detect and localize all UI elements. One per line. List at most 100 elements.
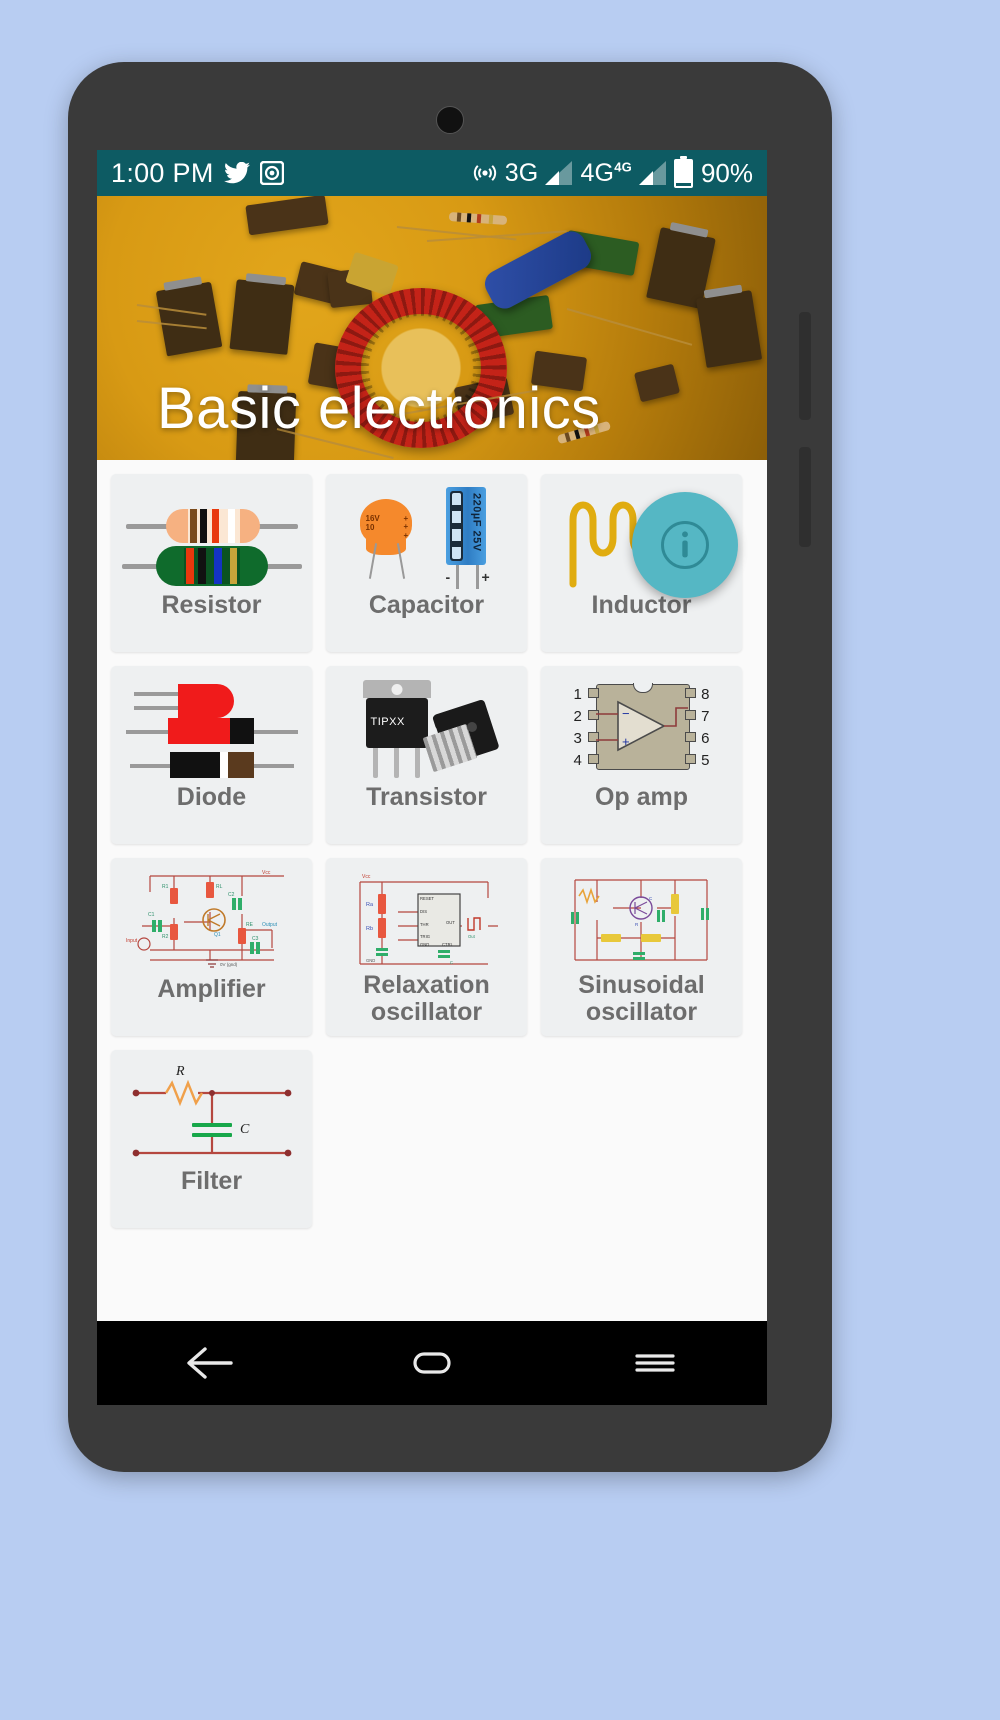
ceramic-cap-rating: 16V 10 xyxy=(365,514,380,532)
navigation-bar xyxy=(97,1321,767,1405)
grid-card-amplifier[interactable]: Vcc 0V (gnd) Input Output R1 RL C1 C2 R2… xyxy=(111,858,312,1036)
card-label: Resistor xyxy=(161,591,262,619)
svg-text:C: C xyxy=(450,960,453,965)
electrolytic-cap-rating: 220µF 25V xyxy=(470,493,483,552)
grid-card-filter[interactable]: R C Filter xyxy=(111,1050,312,1228)
grid-card-relaxation-oscillator[interactable]: Vcc Ra Rb RESET DIS THR TRIG GND CTRL OU… xyxy=(326,858,527,1036)
info-fab-button[interactable] xyxy=(632,492,738,598)
resistor-art xyxy=(111,480,312,592)
svg-text:C1: C1 xyxy=(148,912,155,918)
sinusoidal-oscillator-art: C R xyxy=(541,864,742,976)
filter-r-label: R xyxy=(175,1064,185,1079)
power-button[interactable] xyxy=(799,312,811,420)
card-label: Filter xyxy=(180,1167,243,1195)
home-button[interactable] xyxy=(372,1333,492,1393)
svg-text:Out: Out xyxy=(468,934,476,939)
svg-text:TRIG: TRIG xyxy=(420,934,430,939)
cap-plus-label: + xyxy=(481,569,490,585)
opamp-pin-6: 6 xyxy=(701,730,710,747)
opamp-pin-2: 2 xyxy=(573,708,582,725)
status-bar-left: 1:00 PM xyxy=(111,158,284,189)
svg-text:Ra: Ra xyxy=(366,902,374,908)
svg-text:−: − xyxy=(622,706,630,721)
svg-text:C2: C2 xyxy=(228,892,235,898)
svg-text:Vcc: Vcc xyxy=(262,870,271,876)
opamp-pin-4: 4 xyxy=(573,752,582,769)
back-button[interactable] xyxy=(149,1333,269,1393)
card-label: Sinusoidal oscillator xyxy=(578,971,705,1026)
led-icon xyxy=(177,684,234,718)
electrolytic-capacitor-icon: 220µF 25V xyxy=(445,487,486,565)
card-label: Op amp xyxy=(594,783,689,811)
svg-text:0V (gnd): 0V (gnd) xyxy=(220,962,238,967)
status-time: 1:00 PM xyxy=(111,157,214,188)
phone-device: 1:00 PM 3G 4G4G 90% Basic electronics Re… xyxy=(68,62,832,1472)
grid-card-transistor[interactable]: TIPXX Transistor xyxy=(326,666,527,844)
volume-button[interactable] xyxy=(799,447,811,547)
svg-text:DIS: DIS xyxy=(420,909,427,914)
capacitor-art: 16V 10 + + + 220µF 25V - + xyxy=(326,480,527,592)
front-camera-icon xyxy=(436,106,464,134)
card-label: Capacitor xyxy=(368,591,485,619)
card-label: Inductor xyxy=(591,591,692,619)
network-3g-label: 3G xyxy=(504,158,539,187)
svg-text:Output: Output xyxy=(262,922,278,928)
svg-text:R1: R1 xyxy=(162,884,169,890)
svg-text:Vcc: Vcc xyxy=(362,874,371,880)
svg-text:R2: R2 xyxy=(162,934,169,940)
svg-text:C3: C3 xyxy=(252,936,259,942)
arrow-left-icon xyxy=(181,1343,237,1383)
recents-button[interactable] xyxy=(595,1333,715,1393)
opamp-pin-1: 1 xyxy=(573,686,582,703)
camera-record-icon xyxy=(259,161,284,185)
transistor-art: TIPXX xyxy=(326,672,527,784)
grid-card-opamp[interactable]: 1 2 3 4 8 7 6 5 − + Op amp xyxy=(541,666,742,844)
opamp-pin-8: 8 xyxy=(701,686,710,703)
svg-text:Q1: Q1 xyxy=(214,932,221,938)
cap-minus-label: - xyxy=(445,569,451,585)
menu-lines-icon xyxy=(627,1343,683,1383)
card-label: Amplifier xyxy=(157,975,266,1003)
hero-banner: Basic electronics xyxy=(97,196,767,460)
opamp-pin-5: 5 xyxy=(701,752,710,769)
rc-filter-art: R C xyxy=(111,1056,312,1168)
svg-text:CTRL: CTRL xyxy=(442,942,454,947)
info-icon xyxy=(658,518,712,572)
opamp-pin-7: 7 xyxy=(701,708,710,725)
svg-text:RL: RL xyxy=(216,884,223,890)
twitter-icon xyxy=(223,162,250,184)
status-bar-right: 3G 4G4G 90% xyxy=(473,155,753,189)
filter-c-label: C xyxy=(240,1122,250,1137)
signal-bars-icon-2 xyxy=(638,161,666,185)
signal-bars-icon xyxy=(545,161,573,185)
opamp-art: 1 2 3 4 8 7 6 5 − + xyxy=(541,672,742,784)
card-label: Transistor xyxy=(366,783,487,811)
svg-text:OUT: OUT xyxy=(446,920,455,925)
status-bar: 1:00 PM 3G 4G4G 90% xyxy=(97,150,767,196)
grid-card-capacitor[interactable]: 16V 10 + + + 220µF 25V - + Capacitor xyxy=(326,474,527,652)
card-label: Diode xyxy=(176,783,247,811)
transistor-part-label: TIPXX xyxy=(370,716,405,728)
battery-percent: 90% xyxy=(700,157,753,188)
wifi-hotspot-icon xyxy=(473,161,497,185)
amplifier-schematic-art: Vcc 0V (gnd) Input Output R1 RL C1 C2 R2… xyxy=(111,864,312,976)
grid-card-sinusoidal-oscillator[interactable]: C R Sinusoidal oscillator xyxy=(541,858,742,1036)
svg-text:RESET: RESET xyxy=(420,896,434,901)
svg-text:RE: RE xyxy=(246,922,254,928)
phone-screen: 1:00 PM 3G 4G4G 90% Basic electronics Re… xyxy=(97,150,767,1405)
page-title: Basic electronics xyxy=(157,376,601,441)
svg-text:Input: Input xyxy=(126,938,138,944)
svg-text:GND: GND xyxy=(420,942,429,947)
grid-card-diode[interactable]: Diode xyxy=(111,666,312,844)
grid-card-resistor[interactable]: Resistor xyxy=(111,474,312,652)
ceramic-cap-plus: + + + xyxy=(403,514,409,540)
card-label: Relaxation oscillator xyxy=(363,971,490,1026)
svg-text:+: + xyxy=(622,734,630,749)
opamp-pin-3: 3 xyxy=(573,730,582,747)
svg-text:THR: THR xyxy=(420,922,429,927)
battery-icon xyxy=(673,155,693,188)
relaxation-oscillator-art: Vcc Ra Rb RESET DIS THR TRIG GND CTRL OU… xyxy=(326,864,527,976)
svg-text:Rb: Rb xyxy=(366,926,373,932)
network-4g-label: 4G4G xyxy=(580,158,632,187)
svg-text:C: C xyxy=(649,896,653,901)
